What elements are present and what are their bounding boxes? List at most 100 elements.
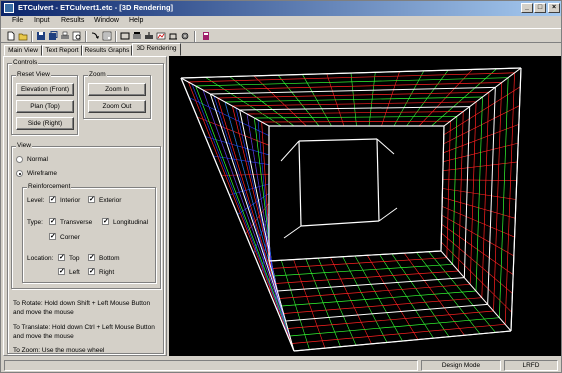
- window-title: ETCulvert - ETCulvert1.etc - [3D Renderi…: [18, 3, 174, 12]
- longitudinal-checkbox[interactable]: ✓: [102, 218, 109, 225]
- menu-help[interactable]: Help: [129, 17, 143, 24]
- save-all-icon[interactable]: [48, 31, 58, 41]
- interior-label: Interior: [60, 197, 81, 204]
- help-book-icon[interactable]: [201, 31, 211, 41]
- status-mode: Design Mode: [421, 360, 501, 371]
- transverse-checkbox[interactable]: ✓: [49, 218, 56, 225]
- report-icon[interactable]: [102, 31, 112, 41]
- exterior-label: Exterior: [99, 197, 122, 204]
- culvert-wireframe-render: [180, 67, 522, 352]
- opening-edge-line: [300, 220, 380, 227]
- transverse-rebar-line: [285, 303, 488, 322]
- print-preview-icon[interactable]: [72, 31, 82, 41]
- app-icon: [4, 3, 14, 13]
- level-label: Level:: [27, 197, 45, 204]
- menu-file[interactable]: File: [12, 17, 23, 24]
- wireframe-radio[interactable]: [16, 170, 23, 177]
- right-checkbox[interactable]: ✓: [88, 268, 95, 275]
- bottom-label: Bottom: [99, 255, 120, 262]
- menu-window[interactable]: Window: [94, 17, 119, 24]
- tab-main-view[interactable]: Main View: [4, 45, 42, 56]
- transverse-rebar-line: [277, 277, 465, 292]
- top-label: Top: [69, 255, 80, 262]
- transverse-rebar-line: [217, 97, 284, 314]
- new-file-icon[interactable]: [6, 31, 16, 41]
- menu-results[interactable]: Results: [61, 17, 84, 24]
- open-folder-icon[interactable]: [18, 31, 28, 41]
- title-bar: ETCulvert - ETCulvert1.etc - [3D Renderi…: [1, 1, 561, 16]
- controls-title: Controls: [12, 59, 39, 66]
- transverse-rebar-line: [188, 72, 515, 83]
- exterior-checkbox[interactable]: ✓: [88, 196, 95, 203]
- tab-strip: Main View Text Report Results Graphs 3D …: [1, 43, 561, 56]
- zoom-group: Zoom Zoom In Zoom Out: [83, 71, 151, 119]
- transverse-rebar-line: [188, 81, 293, 344]
- reinforcement-title: Reinforcement: [27, 183, 72, 190]
- culvert-section-icon[interactable]: [120, 31, 130, 41]
- interior-checkbox[interactable]: ✓: [49, 196, 56, 203]
- zoom-out-button[interactable]: Zoom Out: [88, 100, 146, 113]
- left-label: Left: [69, 269, 80, 276]
- outer-edge-line: [293, 330, 512, 352]
- top-checkbox[interactable]: ✓: [58, 254, 65, 261]
- run-icon[interactable]: [90, 31, 100, 41]
- transverse-rebar-line: [283, 297, 482, 314]
- corner-checkbox[interactable]: ✓: [49, 233, 56, 240]
- transverse-rebar-line: [195, 77, 509, 87]
- tab-results-graphs[interactable]: Results Graphs: [82, 45, 132, 56]
- translate-help-line2: and move the mouse: [13, 333, 74, 340]
- transverse-rebar-line: [287, 310, 494, 329]
- chamfer-line: [376, 138, 395, 155]
- tab-text-report[interactable]: Text Report: [42, 45, 82, 56]
- maximize-button[interactable]: □: [534, 3, 546, 13]
- elevation-front-button[interactable]: Elevation (Front): [16, 83, 74, 96]
- close-button[interactable]: ×: [548, 3, 560, 13]
- plan-top-button[interactable]: Plan (Top): [16, 100, 74, 113]
- transverse-rebar-line: [273, 263, 453, 277]
- type-label: Type:: [27, 219, 43, 226]
- controls-panel: Controls Reset View Elevation (Front) Pl…: [3, 56, 167, 356]
- rotate-help-line1: To Rotate: Hold down Shift + Left Mouse …: [13, 300, 151, 307]
- status-message-pane: [4, 360, 418, 371]
- transverse-rebar-line: [281, 290, 477, 307]
- tab-3d-rendering[interactable]: 3D Rendering: [132, 43, 181, 56]
- menu-input[interactable]: Input: [34, 17, 50, 24]
- normal-radio[interactable]: [16, 156, 23, 163]
- right-label: Right: [99, 269, 115, 276]
- toolbar-separator: [194, 31, 196, 42]
- print-icon[interactable]: [60, 31, 70, 41]
- bottom-checkbox[interactable]: ✓: [88, 254, 95, 261]
- graph-icon[interactable]: [132, 31, 142, 41]
- chamfer-line: [378, 207, 398, 222]
- toolbar-separator: [85, 31, 87, 42]
- analysis-icon[interactable]: [156, 31, 166, 41]
- corner-label: Corner: [60, 234, 80, 241]
- 3d-rendering-viewport[interactable]: [169, 56, 561, 356]
- save-icon[interactable]: [36, 31, 46, 41]
- controls-group: Controls Reset View Elevation (Front) Pl…: [7, 59, 164, 354]
- view-group: View Normal Wireframe Reinforcement Leve…: [11, 142, 161, 289]
- edge-connector-line: [443, 67, 522, 127]
- zoom-title: Zoom: [88, 71, 107, 78]
- transverse-rebar-line: [279, 283, 471, 299]
- translate-help-line1: To Translate: Hold down Ctrl + Left Mous…: [13, 324, 155, 331]
- reset-view-group: Reset View Elevation (Front) Plan (Top) …: [11, 71, 78, 135]
- transverse-rebar-line: [289, 317, 500, 337]
- side-right-button[interactable]: Side (Right): [16, 117, 74, 130]
- loads-icon[interactable]: [144, 31, 154, 41]
- transverse-rebar-line: [275, 270, 459, 284]
- zoom-help: To Zoom: Use the mouse wheel: [13, 347, 105, 354]
- chamfer-line: [283, 225, 302, 239]
- edge-connector-line: [268, 260, 295, 352]
- transverse-rebar-line: [209, 93, 287, 322]
- opening-edge-line: [298, 140, 302, 227]
- design-icon[interactable]: [168, 31, 178, 41]
- transverse-rebar-line: [261, 120, 451, 123]
- toolbar-separator: [31, 31, 33, 42]
- zoom-in-button[interactable]: Zoom In: [88, 83, 146, 96]
- reinforcement-group: Reinforcement Level: ✓ Interior ✓ Exteri…: [22, 183, 156, 283]
- left-checkbox[interactable]: ✓: [58, 268, 65, 275]
- settings-icon[interactable]: [180, 31, 190, 41]
- outer-edge-line: [180, 67, 522, 79]
- minimize-button[interactable]: _: [521, 3, 533, 13]
